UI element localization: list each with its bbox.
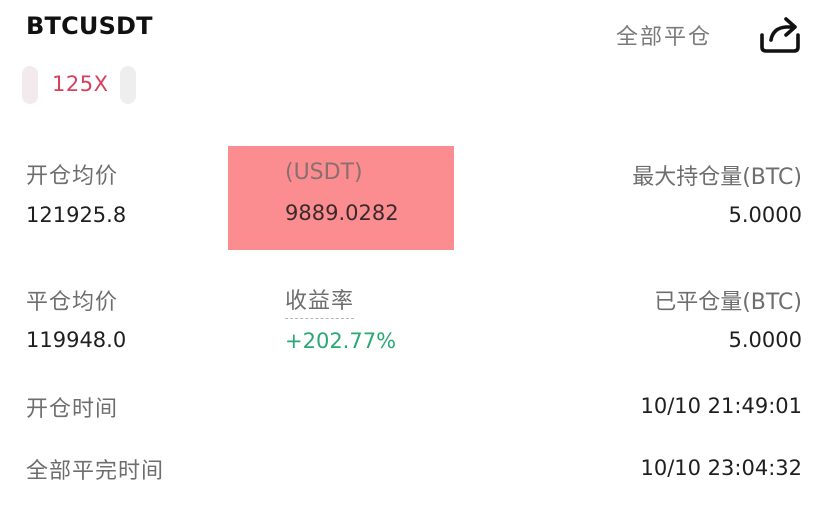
pnl-value: 9889.0282 [285,201,399,225]
avg-open-price-label: 开仓均价 [26,164,119,189]
leverage-badge-left [22,66,38,104]
max-position-label: 最大持仓量(BTC) [632,165,802,190]
avg-close-price-value: 119948.0 [26,328,127,352]
avg-close-price-label: 平仓均价 [26,290,119,315]
closed-position-value: 5.0000 [728,328,802,352]
open-time-label: 开仓时间 [26,397,119,422]
full-close-time-label: 全部平完时间 [26,459,165,484]
full-close-time-value: 10/10 23:04:32 [640,456,802,480]
leverage-badge-right [120,66,136,104]
close-all-button[interactable]: 全部平仓 [616,19,712,51]
pnl-label: (USDT) [285,160,363,185]
roi-value: +202.77% [285,329,397,353]
max-position-value: 5.0000 [728,203,802,227]
avg-open-price-value: 121925.8 [26,203,127,227]
share-icon[interactable] [757,13,803,55]
closed-position-label: 已平仓量(BTC) [654,290,802,315]
open-time-value: 10/10 21:49:01 [640,394,802,418]
leverage-text: 125X [52,72,109,96]
roi-label[interactable]: 收益率 [285,283,355,319]
symbol-title: BTCUSDT [26,12,153,40]
